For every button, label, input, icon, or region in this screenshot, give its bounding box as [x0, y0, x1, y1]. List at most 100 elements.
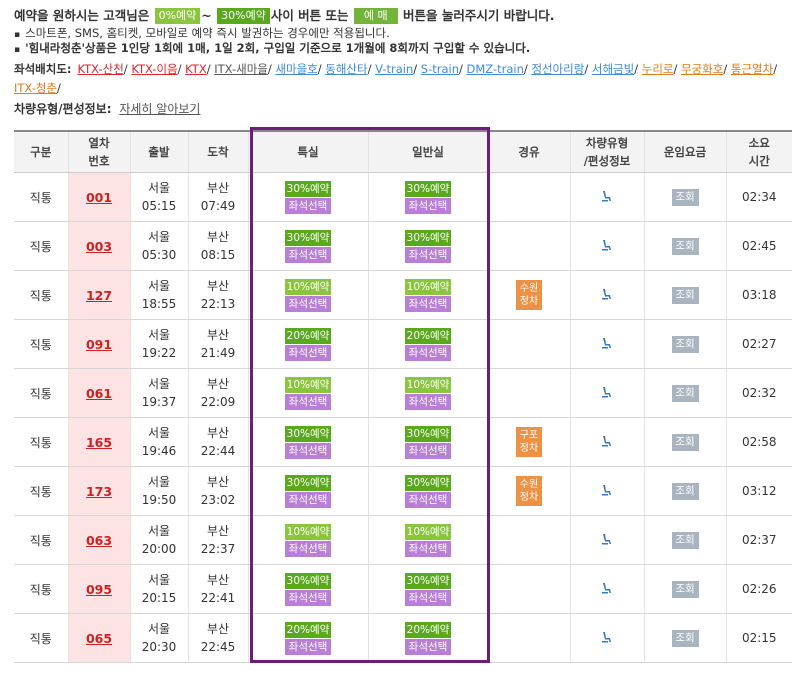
fare-lookup-button[interactable]: 조회	[671, 237, 699, 255]
seatmap-link[interactable]: ITX-새마을	[214, 62, 268, 76]
general-seat-select-button[interactable]: 좌석선택	[405, 638, 451, 655]
special-seat-select-button[interactable]: 좌석선택	[285, 540, 331, 557]
special-seat-select-button[interactable]: 좌석선택	[285, 246, 331, 263]
special-reserve-button[interactable]: 30%예약	[285, 425, 331, 442]
train-no-link[interactable]: 003	[86, 239, 112, 254]
general-reserve-button[interactable]: 30%예약	[405, 229, 451, 246]
special-seat-select-button[interactable]: 좌석선택	[285, 393, 331, 410]
seatmap-link[interactable]: 새마을호	[275, 62, 317, 76]
seat-icon[interactable]	[600, 336, 614, 350]
seat-icon[interactable]	[600, 238, 614, 252]
general-seat-select-button[interactable]: 좌석선택	[405, 197, 451, 214]
special-reserve-button[interactable]: 10%예약	[285, 376, 331, 393]
cell-arrival: 부산 22:45	[187, 613, 248, 663]
general-seat-select-button[interactable]: 좌석선택	[405, 589, 451, 606]
seatmap-link[interactable]: 서해금빛	[592, 62, 634, 76]
seatmap-link[interactable]: KTX-이음	[131, 62, 177, 76]
seat-icon[interactable]	[600, 385, 614, 399]
seat-icon[interactable]	[600, 532, 614, 546]
seatmap-link[interactable]: DMZ-train	[467, 62, 524, 76]
fare-lookup-button[interactable]: 조회	[671, 629, 699, 647]
special-reserve-button[interactable]: 30%예약	[285, 572, 331, 589]
general-reserve-button[interactable]: 20%예약	[405, 621, 451, 638]
train-no-link[interactable]: 173	[86, 484, 112, 499]
train-no-link[interactable]: 127	[86, 288, 112, 303]
notice-text: 예약을 원하시는 고객님은	[14, 8, 150, 23]
general-reserve-button[interactable]: 30%예약	[405, 572, 451, 589]
general-seat-select-button[interactable]: 좌석선택	[405, 442, 451, 459]
cell-car-type	[569, 172, 644, 222]
seat-icon[interactable]	[600, 483, 614, 497]
general-seat-select-button[interactable]: 좌석선택	[405, 246, 451, 263]
cell-arrival: 부산 22:41	[187, 564, 248, 614]
general-reserve-button[interactable]: 20%예약	[405, 327, 451, 344]
special-seat-select-button[interactable]: 좌석선택	[285, 197, 331, 214]
special-reserve-button[interactable]: 20%예약	[285, 327, 331, 344]
special-reserve-button[interactable]: 30%예약	[285, 180, 331, 197]
fare-lookup-button[interactable]: 조회	[671, 286, 699, 304]
special-seat-select-button[interactable]: 좌석선택	[285, 442, 331, 459]
general-reserve-button[interactable]: 30%예약	[405, 425, 451, 442]
general-seat-select-button[interactable]: 좌석선택	[405, 393, 451, 410]
fare-lookup-button[interactable]: 조회	[671, 531, 699, 549]
train-no-link[interactable]: 065	[86, 631, 112, 646]
special-seat-select-button[interactable]: 좌석선택	[285, 638, 331, 655]
arr-time: 22:41	[200, 591, 236, 605]
dep-station: 서울	[147, 622, 171, 636]
cell-type: 직통	[14, 613, 68, 663]
fare-lookup-button[interactable]: 조회	[671, 482, 699, 500]
special-reserve-button[interactable]: 20%예약	[285, 621, 331, 638]
general-seat-select-button[interactable]: 좌석선택	[405, 344, 451, 361]
special-seat-select-button[interactable]: 좌석선택	[285, 344, 331, 361]
special-seat-select-button[interactable]: 좌석선택	[285, 589, 331, 606]
general-reserve-button[interactable]: 10%예약	[405, 278, 451, 295]
seat-icon[interactable]	[600, 630, 614, 644]
special-seat-select-button[interactable]: 좌석선택	[285, 295, 331, 312]
train-no-link[interactable]: 001	[86, 190, 112, 205]
fare-lookup-button[interactable]: 조회	[671, 335, 699, 353]
cartype-detail-link[interactable]: 자세히 알아보기	[119, 102, 200, 116]
special-reserve-button[interactable]: 10%예약	[285, 523, 331, 540]
seatmap-link[interactable]: 동해산타	[325, 62, 367, 76]
general-reserve-button[interactable]: 10%예약	[405, 523, 451, 540]
table-header: 구분 열차 번호 출발 도착 특실 일반실 경유 차량유형/편성정보 운임요금 소…	[14, 130, 792, 173]
fare-lookup-button[interactable]: 조회	[671, 433, 699, 451]
seatmap-link[interactable]: 누리로	[642, 62, 674, 76]
notice-bullet-1: 스마트폰, SMS, 홈티켓, 모바일로 예약 즉시 발권하는 경우에만 적용됩…	[14, 26, 794, 41]
train-no-link[interactable]: 061	[86, 386, 112, 401]
seatmap-link[interactable]: S-train	[421, 62, 459, 76]
seatmap-link[interactable]: KTX-산천	[78, 62, 124, 76]
seatmap-link[interactable]: 통근열차	[731, 62, 773, 76]
train-no-link[interactable]: 063	[86, 533, 112, 548]
general-seat-select-button[interactable]: 좌석선택	[405, 491, 451, 508]
seatmap-link[interactable]: 무궁화호	[681, 62, 723, 76]
seat-icon[interactable]	[600, 581, 614, 595]
train-no-link[interactable]: 165	[86, 435, 112, 450]
special-reserve-button[interactable]: 10%예약	[285, 278, 331, 295]
train-no-link[interactable]: 091	[86, 337, 112, 352]
seat-icon[interactable]	[600, 434, 614, 448]
general-reserve-button[interactable]: 10%예약	[405, 376, 451, 393]
fare-lookup-button[interactable]: 조회	[671, 384, 699, 402]
general-seat-select-button[interactable]: 좌석선택	[405, 540, 451, 557]
cell-duration: 02:26	[725, 564, 792, 614]
seatmap-link[interactable]: ITX-청춘	[14, 81, 57, 95]
arr-station: 부산	[206, 524, 230, 538]
seatmap-link[interactable]: V-train	[375, 62, 413, 76]
fare-lookup-button[interactable]: 조회	[671, 188, 699, 206]
seatmap-link[interactable]: 정선아리랑	[531, 62, 584, 76]
cell-special: 20%예약 좌석선택	[247, 319, 368, 369]
general-reserve-button[interactable]: 30%예약	[405, 180, 451, 197]
special-reserve-button[interactable]: 30%예약	[285, 229, 331, 246]
special-reserve-button[interactable]: 30%예약	[285, 474, 331, 491]
special-seat-select-button[interactable]: 좌석선택	[285, 491, 331, 508]
cell-general: 30%예약 좌석선택	[367, 564, 488, 614]
train-no-link[interactable]: 095	[86, 582, 112, 597]
general-seat-select-button[interactable]: 좌석선택	[405, 295, 451, 312]
seatmap-link[interactable]: KTX	[185, 62, 207, 76]
seat-icon[interactable]	[600, 189, 614, 203]
seat-icon[interactable]	[600, 287, 614, 301]
general-reserve-button[interactable]: 30%예약	[405, 474, 451, 491]
fare-lookup-button[interactable]: 조회	[671, 580, 699, 598]
cell-duration: 02:58	[725, 417, 792, 467]
